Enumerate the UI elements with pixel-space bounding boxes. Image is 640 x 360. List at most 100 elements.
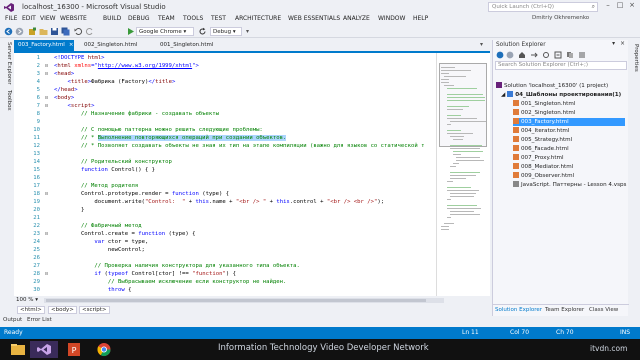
code-line: var ctor = type, bbox=[94, 239, 149, 245]
horizontal-scrollbar[interactable] bbox=[44, 298, 444, 303]
crumb-html[interactable]: <html> bbox=[17, 306, 45, 314]
file-label: 001_Singleton.html bbox=[521, 101, 576, 107]
code-line: // С помощью паттерна можно решить следу… bbox=[54, 127, 263, 133]
file-explorer-icon[interactable] bbox=[4, 341, 32, 358]
close-icon[interactable]: × bbox=[620, 41, 625, 47]
file-item[interactable]: 006_Facade.html bbox=[513, 145, 625, 153]
solution-search-input[interactable]: Search Solution Explorer (Ctrl+;) bbox=[495, 61, 627, 70]
properties-icon[interactable] bbox=[578, 51, 586, 59]
code-editor[interactable]: 1 <!DOCTYPE html> 2 ⊟ <html xmlns="http:… bbox=[14, 53, 436, 296]
close-button[interactable]: × bbox=[626, 1, 638, 12]
refresh-icon[interactable] bbox=[198, 27, 207, 36]
toolbox-tab[interactable]: Toolbox bbox=[2, 90, 12, 111]
menu-help[interactable]: HELP bbox=[413, 15, 428, 22]
visual-studio-taskbar-icon[interactable] bbox=[30, 341, 58, 358]
sync-icon[interactable] bbox=[530, 51, 538, 59]
tab-error-list[interactable]: Error List bbox=[27, 317, 52, 323]
chrome-icon[interactable] bbox=[90, 341, 118, 358]
configuration-select[interactable]: Debug ▾ bbox=[210, 27, 242, 36]
collapse-icon[interactable]: ⊟ bbox=[45, 191, 48, 197]
back-icon[interactable] bbox=[4, 27, 13, 36]
line-number: 10 bbox=[33, 127, 40, 133]
tab-team-explorer[interactable]: Team Explorer bbox=[545, 307, 584, 313]
tab-solution-explorer[interactable]: Solution Explorer bbox=[495, 307, 542, 313]
home-icon[interactable] bbox=[518, 51, 526, 59]
menu-web-essentials[interactable]: WEB ESSENTIALS bbox=[288, 15, 340, 22]
tab-001-singleton[interactable]: 001_Singleton.html bbox=[156, 40, 220, 51]
menu-analyze[interactable]: ANALYZE bbox=[343, 15, 370, 22]
redo-icon[interactable] bbox=[85, 27, 94, 36]
video-caption: Information Technology Video Developer N… bbox=[218, 343, 429, 353]
line-number: 1 bbox=[36, 55, 40, 61]
start-debugging-icon[interactable] bbox=[126, 27, 135, 36]
collapse-icon[interactable]: ⊟ bbox=[45, 63, 48, 69]
quick-launch-input[interactable]: Quick Launch (Ctrl+Q) ⌕ bbox=[488, 2, 598, 12]
solution-node[interactable]: Solution 'localhost_16300' (1 project) bbox=[496, 82, 608, 90]
browser-select[interactable]: Google Chrome ▾ bbox=[136, 27, 194, 36]
file-label: 002_Singleton.html bbox=[521, 110, 576, 116]
open-icon[interactable] bbox=[39, 27, 48, 36]
crumb-body[interactable]: <body> bbox=[48, 306, 77, 314]
show-all-files-icon[interactable] bbox=[566, 51, 574, 59]
save-icon[interactable] bbox=[50, 27, 59, 36]
forward-icon[interactable] bbox=[15, 27, 24, 36]
line-number: 20 bbox=[33, 207, 40, 213]
file-label: 007_Proxy.html bbox=[521, 155, 564, 161]
file-item[interactable]: 009_Observer.html bbox=[513, 172, 625, 180]
save-all-icon[interactable] bbox=[61, 27, 70, 36]
menu-window[interactable]: WINDOW bbox=[378, 15, 405, 22]
menu-edit[interactable]: EDIT bbox=[22, 15, 36, 22]
file-item[interactable]: 001_Singleton.html bbox=[513, 100, 625, 108]
file-item[interactable]: 005_Strategy.html bbox=[513, 136, 625, 144]
tab-class-view[interactable]: Class View bbox=[589, 307, 618, 313]
refresh-icon[interactable] bbox=[542, 51, 550, 59]
server-explorer-tab[interactable]: Server Explorer bbox=[2, 42, 12, 85]
code-line: if (typeof Control[ctor] !== "function")… bbox=[94, 271, 236, 277]
file-item[interactable]: JavaScript. Паттерны - Lesson 4.vsps bbox=[513, 181, 626, 189]
collapse-icon[interactable]: ⊟ bbox=[45, 103, 48, 109]
line-number: 15 bbox=[33, 167, 40, 173]
file-item[interactable]: 008_Mediator.html bbox=[513, 163, 625, 171]
tab-output[interactable]: Output bbox=[3, 317, 22, 323]
new-project-icon[interactable] bbox=[28, 27, 37, 36]
file-item[interactable]: 002_Singleton.html bbox=[513, 109, 625, 117]
file-item-selected[interactable]: 003_Factory.html bbox=[513, 118, 625, 126]
properties-tab[interactable]: Properties bbox=[629, 44, 639, 72]
file-item[interactable]: 007_Proxy.html bbox=[513, 154, 625, 162]
undo-icon[interactable] bbox=[74, 27, 83, 36]
user-name[interactable]: Dmitriy Okhremenko bbox=[532, 15, 589, 21]
maximize-button[interactable]: □ bbox=[614, 1, 626, 12]
menu-website[interactable]: WEBSITE bbox=[60, 15, 87, 22]
forward-icon[interactable] bbox=[506, 51, 514, 59]
menu-debug[interactable]: DEBUG bbox=[128, 15, 150, 22]
menu-architecture[interactable]: ARCHITECTURE bbox=[235, 15, 281, 22]
editor-minimap[interactable] bbox=[436, 53, 490, 296]
menu-team[interactable]: TEAM bbox=[158, 15, 175, 22]
project-node[interactable]: ◢ 04_Шаблоны проектирования(1) bbox=[501, 91, 621, 99]
code-line: <title>Фабрика (Factory)</title> bbox=[67, 79, 176, 85]
crumb-script[interactable]: <script> bbox=[79, 306, 110, 314]
tab-002-singleton[interactable]: 002_Singleton.html bbox=[80, 40, 144, 51]
collapse-icon[interactable]: ⊟ bbox=[45, 71, 48, 77]
pin-icon[interactable]: ▾ bbox=[612, 41, 615, 47]
collapse-icon[interactable]: ⊟ bbox=[45, 271, 48, 277]
menu-tools[interactable]: TOOLS bbox=[183, 15, 203, 22]
collapse-icon[interactable]: ⊟ bbox=[45, 95, 48, 101]
menu-build[interactable]: BUILD bbox=[103, 15, 121, 22]
zoom-level[interactable]: 100 % ▾ bbox=[16, 297, 38, 303]
tab-003-factory[interactable]: 003_Factory.html × bbox=[14, 40, 74, 51]
back-icon[interactable] bbox=[496, 51, 504, 59]
menu-file[interactable]: FILE bbox=[5, 15, 17, 22]
collapse-icon[interactable]: ⊟ bbox=[45, 231, 48, 237]
scrollbar-thumb[interactable] bbox=[46, 299, 426, 302]
menu-test[interactable]: TEST bbox=[211, 15, 226, 22]
close-tab-icon[interactable]: × bbox=[69, 42, 74, 48]
menu-view[interactable]: VIEW bbox=[40, 15, 56, 22]
minimize-button[interactable]: – bbox=[602, 1, 614, 12]
tab-overflow-icon[interactable]: ▾ bbox=[480, 41, 483, 48]
toolbar-overflow-icon[interactable]: ▾ bbox=[246, 28, 249, 35]
powerpoint-icon[interactable]: P bbox=[60, 341, 88, 358]
line-number: 21 bbox=[33, 215, 40, 221]
file-item[interactable]: 004_Iterator.html bbox=[513, 127, 625, 135]
collapse-all-icon[interactable] bbox=[554, 51, 562, 59]
